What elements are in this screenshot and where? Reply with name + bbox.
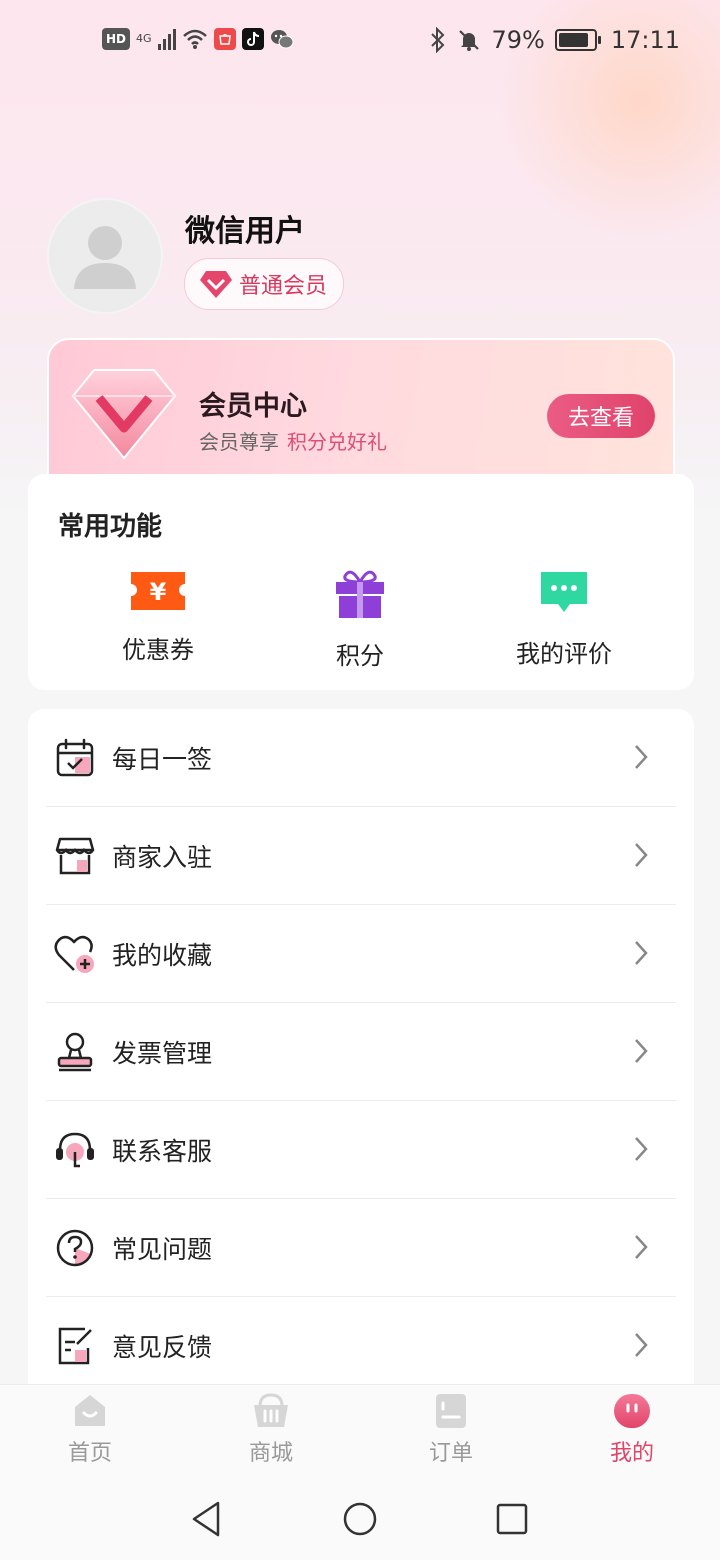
points-label: 积分 xyxy=(336,642,384,670)
hd-icon: HD xyxy=(102,28,130,50)
signal-icon xyxy=(158,28,176,50)
bottom-tab-bar: 首页 商城 订单 我的 xyxy=(0,1384,720,1481)
menu-item-daily-checkin[interactable]: 每日一签 xyxy=(46,709,676,807)
menu-item-label: 意见反馈 xyxy=(112,1333,213,1362)
heart-add-icon xyxy=(54,933,96,975)
feedback-icon xyxy=(54,1325,96,1367)
menu-item-customer-service[interactable]: 联系客服 xyxy=(46,1101,676,1199)
menu-item-label: 常见问题 xyxy=(112,1234,213,1264)
points-button[interactable]: 积分 xyxy=(280,570,440,671)
tab-mall[interactable]: 商城 xyxy=(211,1393,331,1467)
back-icon[interactable] xyxy=(190,1500,222,1538)
menu-item-label: 发票管理 xyxy=(112,1038,213,1068)
question-icon xyxy=(54,1227,96,1269)
profile-face-icon xyxy=(614,1394,650,1428)
headset-icon xyxy=(54,1129,96,1171)
tab-orders[interactable]: 订单 xyxy=(391,1393,511,1467)
menu-item-faq[interactable]: 常见问题 xyxy=(46,1199,676,1297)
coupon-label: 优惠券 xyxy=(122,636,194,664)
bluetooth-icon xyxy=(431,27,445,53)
tiktok-icon xyxy=(242,28,264,50)
member-center-title: 会员中心 xyxy=(199,391,307,422)
diamond-icon xyxy=(200,271,232,298)
menu-list: 每日一签 商家入驻 我的收藏 发票管理 联系客服 常见问题 意见反馈 xyxy=(28,709,694,1409)
order-icon xyxy=(436,1394,466,1428)
menu-item-merchant-join[interactable]: 商家入驻 xyxy=(46,807,676,905)
chevron-right-icon xyxy=(635,1235,648,1259)
battery-icon xyxy=(554,29,601,51)
menu-item-invoice[interactable]: 发票管理 xyxy=(46,1003,676,1101)
gift-icon xyxy=(336,570,384,618)
menu-item-label: 联系客服 xyxy=(112,1136,213,1166)
chevron-right-icon xyxy=(635,941,648,965)
tab-home[interactable]: 首页 xyxy=(30,1393,150,1467)
avatar[interactable] xyxy=(47,198,163,314)
comment-icon xyxy=(541,572,587,612)
menu-item-label: 商家入驻 xyxy=(112,842,213,872)
member-level-badge[interactable]: 普通会员 xyxy=(184,258,345,310)
store-icon xyxy=(54,835,96,877)
network-type: 4G xyxy=(136,32,152,45)
recents-icon[interactable] xyxy=(495,1500,529,1538)
my-reviews-button[interactable]: 我的评价 xyxy=(484,570,644,669)
mute-icon xyxy=(459,30,480,51)
clock: 17:11 xyxy=(610,26,680,54)
username: 微信用户 xyxy=(185,214,305,249)
chevron-right-icon xyxy=(635,1137,648,1161)
system-nav-bar xyxy=(0,1480,720,1560)
member-center-card[interactable]: 会员中心 会员尊享 积分兑好礼 去查看 xyxy=(47,338,675,478)
common-functions-title: 常用功能 xyxy=(58,512,163,542)
chevron-right-icon xyxy=(635,745,648,769)
view-member-center-button[interactable]: 去查看 xyxy=(547,394,655,438)
menu-item-favorites[interactable]: 我的收藏 xyxy=(46,905,676,1003)
chevron-right-icon xyxy=(635,1333,648,1357)
wechat-icon xyxy=(271,30,294,49)
menu-item-feedback[interactable]: 意见反馈 xyxy=(46,1297,676,1395)
calendar-check-icon xyxy=(54,737,96,779)
home-circle-icon[interactable] xyxy=(342,1500,378,1538)
tab-label: 我的 xyxy=(609,1441,654,1466)
chevron-right-icon xyxy=(635,843,648,867)
status-bar: HD 4G 79% 17:11 xyxy=(0,0,720,84)
coupon-button[interactable]: ¥ 优惠券 xyxy=(78,570,238,665)
svg-text:¥: ¥ xyxy=(150,578,167,606)
wifi-icon xyxy=(183,29,207,49)
common-functions-card: 常用功能 ¥ 优惠券 积分 我的评价 xyxy=(28,474,694,690)
menu-item-label: 每日一签 xyxy=(112,744,213,774)
home-icon xyxy=(75,1395,105,1426)
member-level-label: 普通会员 xyxy=(239,274,328,299)
huawei-app-icon xyxy=(214,28,236,50)
menu-item-label: 我的收藏 xyxy=(112,940,213,970)
tab-mine[interactable]: 我的 xyxy=(572,1393,692,1467)
member-center-subtitle: 会员尊享 积分兑好礼 xyxy=(199,426,387,455)
chevron-right-icon xyxy=(635,1039,648,1063)
coupon-icon: ¥ xyxy=(131,572,185,610)
basket-icon xyxy=(254,1393,288,1427)
battery-percent: 79% xyxy=(491,26,545,54)
tab-label: 首页 xyxy=(67,1441,112,1466)
my-reviews-label: 我的评价 xyxy=(516,640,612,668)
member-privilege-text: 会员尊享 xyxy=(199,430,279,454)
tab-label: 商城 xyxy=(248,1441,293,1466)
user-placeholder-icon xyxy=(74,226,136,289)
points-redeem-text: 积分兑好礼 xyxy=(287,430,387,454)
stamp-icon xyxy=(54,1031,96,1073)
tab-label: 订单 xyxy=(428,1441,473,1466)
gem-icon xyxy=(71,369,177,460)
